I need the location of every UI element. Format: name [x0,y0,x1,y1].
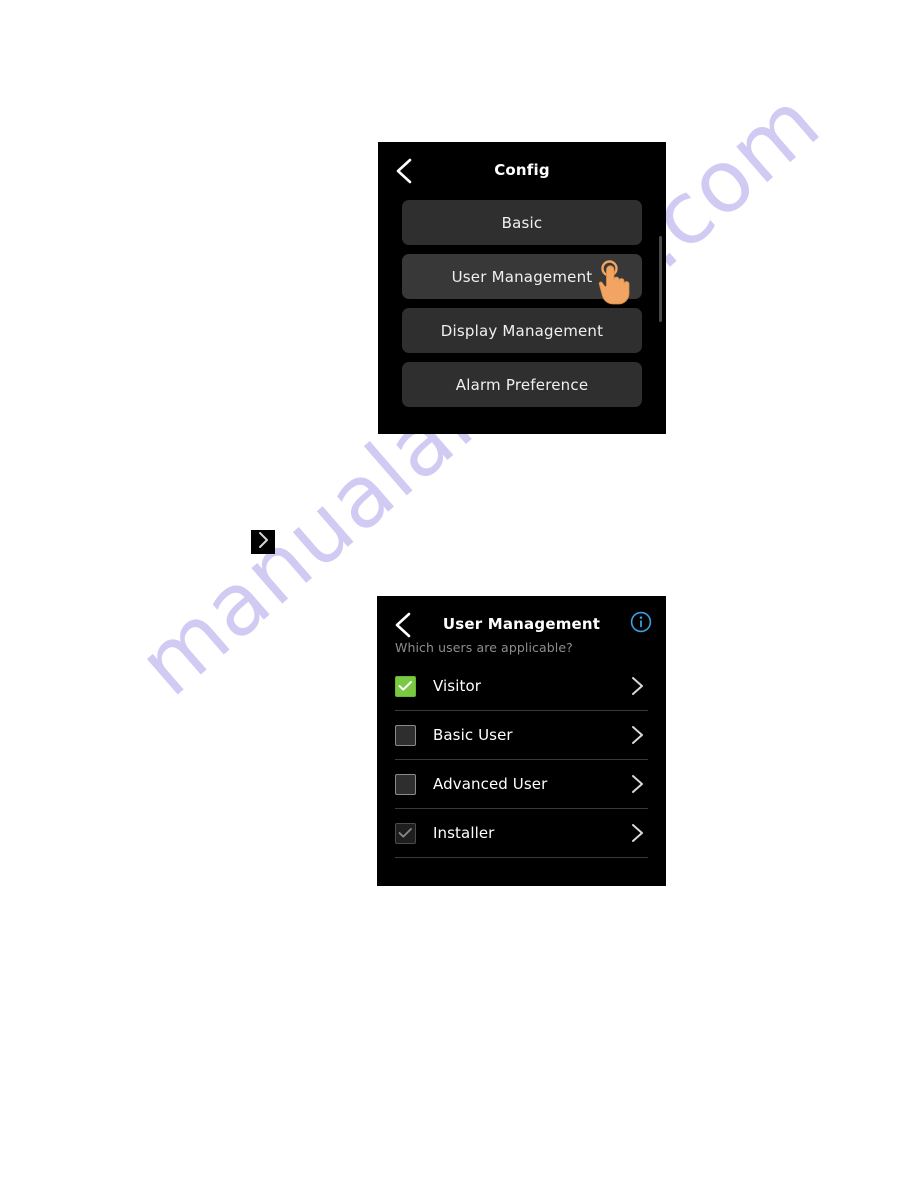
list-item-visitor[interactable]: Visitor [395,662,648,711]
list-item-basic-user[interactable]: Basic User [395,711,648,760]
page-title: Config [494,161,550,179]
config-button-list: Basic User Management Display Management… [378,200,666,416]
chevron-right-icon [256,531,270,554]
user-role-list: Visitor Basic User Advanced User Install… [377,662,666,858]
checkbox-advanced-user[interactable] [395,773,416,795]
config-button-display-management[interactable]: Display Management [402,308,642,353]
config-header: Config [378,142,666,200]
config-button-basic[interactable]: Basic [402,200,642,245]
info-circle-icon[interactable] [630,611,652,633]
checkbox-visitor[interactable] [395,675,416,697]
chevron-right-icon[interactable] [629,773,646,795]
user-management-header: User Management Which users are applicab… [377,596,666,655]
list-item-advanced-user[interactable]: Advanced User [395,760,648,809]
next-step-arrow-button[interactable] [251,530,275,554]
config-button-alarm-preference[interactable]: Alarm Preference [402,362,642,407]
chevron-right-icon[interactable] [629,724,646,746]
user-management-screen-panel: User Management Which users are applicab… [377,596,666,886]
config-scrollbar-thumb[interactable] [659,236,662,322]
checkbox-basic-user[interactable] [395,724,416,746]
page-subtitle: Which users are applicable? [395,640,573,655]
checkbox-installer [395,822,416,844]
page-title: User Management [442,615,601,633]
config-screen-panel: Config Basic User Management Display Man… [378,142,666,434]
list-item-label: Visitor [433,677,482,695]
list-item-label: Basic User [433,726,513,744]
chevron-right-icon[interactable] [629,822,646,844]
list-item-label: Advanced User [433,775,548,793]
chevron-right-icon[interactable] [629,675,646,697]
list-item-installer[interactable]: Installer [395,809,648,858]
config-button-user-management[interactable]: User Management [402,254,642,299]
list-item-label: Installer [433,824,495,842]
